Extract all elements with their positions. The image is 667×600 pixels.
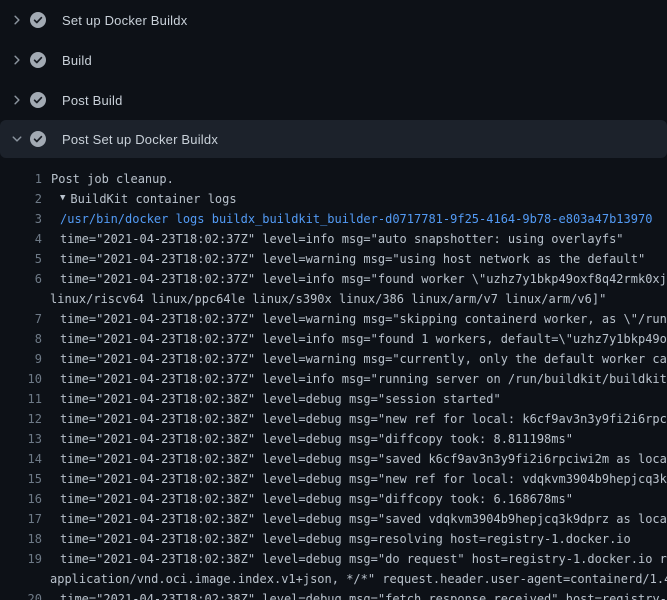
log-line: 11 time="2021-04-23T18:02:38Z" level=debu… xyxy=(0,389,667,409)
log-line: 4 time="2021-04-23T18:02:37Z" level=info … xyxy=(0,229,667,249)
log-line: 15 time="2021-04-23T18:02:38Z" level=debu… xyxy=(0,469,667,489)
chevron-right-icon xyxy=(11,94,23,106)
log-text: time="2021-04-23T18:02:38Z" level=debug … xyxy=(60,552,667,566)
log-text: time="2021-04-23T18:02:38Z" level=debug … xyxy=(60,512,667,526)
step-row-post-set-up-docker-buildx[interactable]: Post Set up Docker Buildx xyxy=(0,120,667,158)
check-circle-icon xyxy=(30,12,46,28)
log-text: linux/riscv64 linux/ppc64le linux/s390x … xyxy=(50,292,606,306)
line-number[interactable]: 19 xyxy=(0,552,42,566)
line-number[interactable]: 7 xyxy=(0,312,42,326)
line-number[interactable]: 2 xyxy=(0,192,42,206)
group-expanded-icon[interactable]: ▼ xyxy=(60,193,65,203)
log-text: time="2021-04-23T18:02:38Z" level=debug … xyxy=(60,452,667,466)
line-number[interactable]: 4 xyxy=(0,232,42,246)
line-number[interactable]: 6 xyxy=(0,272,42,286)
log-line-continuation: application/vnd.oci.image.index.v1+json,… xyxy=(0,569,667,589)
log-text: time="2021-04-23T18:02:37Z" level=warnin… xyxy=(60,352,667,366)
log-line: 3/usr/bin/docker logs buildx_buildkit_bu… xyxy=(0,209,667,229)
line-number[interactable]: 1 xyxy=(0,172,42,186)
log-text: time="2021-04-23T18:02:38Z" level=debug … xyxy=(60,412,667,426)
log-line: 12 time="2021-04-23T18:02:38Z" level=debu… xyxy=(0,409,667,429)
log-group-title[interactable]: BuildKit container logs xyxy=(70,192,236,206)
line-number[interactable]: 5 xyxy=(0,252,42,266)
step-label: Post Build xyxy=(62,93,123,108)
line-number[interactable]: 3 xyxy=(0,212,42,226)
log-text: time="2021-04-23T18:02:37Z" level=info m… xyxy=(60,332,667,346)
log-line: 14 time="2021-04-23T18:02:38Z" level=debu… xyxy=(0,449,667,469)
step-label: Build xyxy=(62,53,92,68)
log-line: 9 time="2021-04-23T18:02:37Z" level=warni… xyxy=(0,349,667,369)
steps-list: Set up Docker Buildx Build Post Build xyxy=(0,0,667,158)
log-text: time="2021-04-23T18:02:37Z" level=info m… xyxy=(60,272,667,286)
step-row-set-up-docker-buildx[interactable]: Set up Docker Buildx xyxy=(0,0,667,40)
line-number[interactable]: 18 xyxy=(0,532,42,546)
step-label: Set up Docker Buildx xyxy=(62,13,187,28)
log-line-continuation: linux/riscv64 linux/ppc64le linux/s390x … xyxy=(0,289,667,309)
log-line: 5 time="2021-04-23T18:02:37Z" level=warni… xyxy=(0,249,667,269)
log-text: time="2021-04-23T18:02:38Z" level=debug … xyxy=(60,432,573,446)
line-number[interactable]: 15 xyxy=(0,472,42,486)
log-line: 13 time="2021-04-23T18:02:38Z" level=debu… xyxy=(0,429,667,449)
log-text: time="2021-04-23T18:02:38Z" level=debug … xyxy=(60,392,501,406)
log-text: time="2021-04-23T18:02:38Z" level=debug … xyxy=(60,492,573,506)
log-line: 2 ▼ BuildKit container logs xyxy=(0,189,667,209)
log-line: 19 time="2021-04-23T18:02:38Z" level=debu… xyxy=(0,549,667,569)
log-line: 16 time="2021-04-23T18:02:38Z" level=debu… xyxy=(0,489,667,509)
log-line: 6 time="2021-04-23T18:02:37Z" level=info … xyxy=(0,269,667,289)
log-line: 20 time="2021-04-23T18:02:38Z" level=debu… xyxy=(0,589,667,600)
line-number[interactable]: 12 xyxy=(0,412,42,426)
log-text: time="2021-04-23T18:02:38Z" level=debug … xyxy=(60,592,667,600)
line-number[interactable]: 13 xyxy=(0,432,42,446)
log-line: 7 time="2021-04-23T18:02:37Z" level=warni… xyxy=(0,309,667,329)
log-command-text: /usr/bin/docker logs buildx_buildkit_bui… xyxy=(60,212,652,226)
log-line: 17 time="2021-04-23T18:02:38Z" level=debu… xyxy=(0,509,667,529)
log-line: 1 Post job cleanup. xyxy=(0,169,667,189)
step-row-build[interactable]: Build xyxy=(0,40,667,80)
line-number[interactable]: 17 xyxy=(0,512,42,526)
log-text: time="2021-04-23T18:02:37Z" level=warnin… xyxy=(60,252,645,266)
line-number[interactable]: 8 xyxy=(0,332,42,346)
check-circle-icon xyxy=(30,92,46,108)
log-text: time="2021-04-23T18:02:37Z" level=warnin… xyxy=(60,312,667,326)
chevron-right-icon xyxy=(11,54,23,66)
step-row-post-build[interactable]: Post Build xyxy=(0,80,667,120)
check-circle-icon xyxy=(30,52,46,68)
log-line: 18 time="2021-04-23T18:02:38Z" level=debu… xyxy=(0,529,667,549)
line-number[interactable]: 11 xyxy=(0,392,42,406)
log-line: 8 time="2021-04-23T18:02:37Z" level=info … xyxy=(0,329,667,349)
log-line: 10 time="2021-04-23T18:02:37Z" level=info… xyxy=(0,369,667,389)
line-number[interactable]: 10 xyxy=(0,372,42,386)
chevron-down-icon xyxy=(11,133,23,145)
line-number[interactable]: 9 xyxy=(0,352,42,366)
step-label: Post Set up Docker Buildx xyxy=(62,132,218,147)
log-text: time="2021-04-23T18:02:38Z" level=debug … xyxy=(60,532,631,546)
log-viewer: 1 Post job cleanup. 2 ▼ BuildKit container l… xyxy=(0,160,667,600)
check-circle-icon xyxy=(30,131,46,147)
log-text: application/vnd.oci.image.index.v1+json,… xyxy=(50,572,667,586)
chevron-right-icon xyxy=(11,14,23,26)
log-text: Post job cleanup. xyxy=(51,172,174,186)
line-number[interactable]: 16 xyxy=(0,492,42,506)
log-text: time="2021-04-23T18:02:37Z" level=info m… xyxy=(60,232,624,246)
line-number[interactable]: 20 xyxy=(0,592,42,600)
line-number[interactable]: 14 xyxy=(0,452,42,466)
log-text: time="2021-04-23T18:02:37Z" level=info m… xyxy=(60,372,667,386)
log-text: time="2021-04-23T18:02:38Z" level=debug … xyxy=(60,472,667,486)
